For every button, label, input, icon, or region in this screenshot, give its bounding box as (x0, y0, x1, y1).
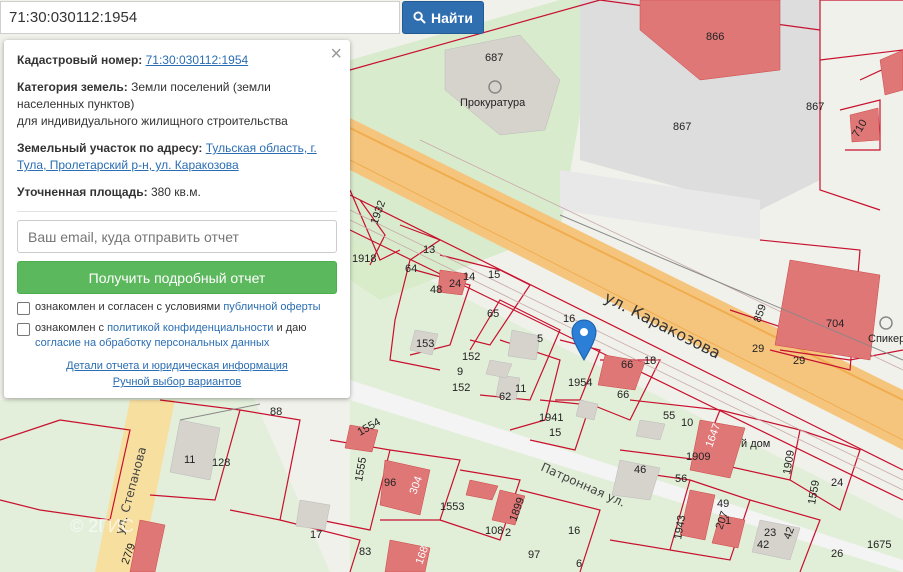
cadastral-number-row: Кадастровый номер: 71:30:030112:1954 (17, 52, 337, 69)
land-category-text-2: населенных пунктов) (17, 97, 135, 111)
consent-privacy-checkbox[interactable] (17, 323, 30, 336)
svg-text:16: 16 (568, 525, 580, 537)
svg-text:11: 11 (515, 383, 526, 395)
svg-text:29: 29 (752, 343, 764, 355)
parcel-info-panel: × Кадастровый номер: 71:30:030112:1954 К… (4, 40, 350, 398)
svg-text:66: 66 (617, 389, 629, 401)
consent-privacy: ознакомлен с политикой конфиденциальност… (17, 321, 337, 351)
consent-privacy-text-b: и даю (276, 322, 307, 334)
svg-text:687: 687 (485, 52, 503, 64)
svg-text:14: 14 (463, 271, 475, 283)
svg-text:88: 88 (270, 406, 282, 418)
svg-text:16: 16 (563, 313, 575, 325)
get-report-button[interactable]: Получить подробный отчет (17, 261, 337, 294)
svg-text:1918: 1918 (352, 253, 376, 265)
svg-text:867: 867 (806, 101, 824, 113)
close-icon[interactable]: × (330, 44, 342, 64)
address-label: Земельный участок по адресу: (17, 141, 203, 155)
svg-text:152: 152 (462, 351, 480, 363)
svg-text:867: 867 (673, 121, 691, 133)
svg-text:11: 11 (184, 454, 195, 466)
svg-text:15: 15 (549, 427, 561, 439)
svg-text:© 2ГИС: © 2ГИС (70, 516, 134, 536)
manual-selection-link[interactable]: Ручной выбор вариантов (113, 376, 241, 388)
svg-text:1675: 1675 (867, 539, 891, 551)
svg-text:108: 108 (485, 525, 503, 537)
public-offer-link[interactable]: публичной оферты (223, 301, 320, 313)
svg-text:24: 24 (449, 278, 461, 290)
svg-text:Прокуратура: Прокуратура (460, 97, 526, 109)
svg-text:62: 62 (499, 391, 511, 403)
svg-text:128: 128 (212, 457, 230, 469)
svg-text:29: 29 (793, 355, 805, 367)
svg-text:152: 152 (452, 382, 470, 394)
svg-text:1: 1 (725, 515, 731, 527)
svg-text:55: 55 (663, 410, 675, 422)
svg-text:5: 5 (537, 333, 543, 345)
svg-text:66: 66 (621, 359, 633, 371)
cadastral-number-label: Кадастровый номер: (17, 53, 143, 67)
land-category-text-3: для индивидуального жилищного строительс… (17, 114, 288, 128)
consent-offer: ознакомлен и согласен с условиями публич… (17, 300, 337, 315)
search-icon (413, 11, 426, 24)
svg-text:48: 48 (430, 284, 442, 296)
svg-text:866: 866 (706, 31, 724, 43)
search-button-label: Найти (431, 9, 473, 26)
svg-text:153: 153 (416, 338, 434, 350)
svg-text:13: 13 (423, 244, 435, 256)
svg-text:96: 96 (384, 477, 396, 489)
cadastral-number-link[interactable]: 71:30:030112:1954 (146, 53, 249, 67)
panel-footer-links: Детали отчета и юридическая информация Р… (4, 358, 350, 390)
svg-text:10: 10 (681, 417, 693, 429)
svg-text:46: 46 (634, 464, 646, 476)
svg-text:й дом: й дом (741, 438, 770, 450)
cadastral-search-input[interactable] (0, 1, 400, 34)
svg-text:24: 24 (831, 477, 843, 489)
svg-text:97: 97 (528, 549, 540, 561)
consent-privacy-text-a: ознакомлен с (35, 322, 105, 334)
svg-text:1909: 1909 (686, 451, 710, 463)
svg-text:1941: 1941 (539, 412, 563, 424)
search-button[interactable]: Найти (402, 1, 484, 34)
consent-offer-checkbox[interactable] (17, 302, 30, 315)
svg-text:2: 2 (505, 527, 511, 539)
svg-text:9: 9 (457, 366, 463, 378)
land-category-text-1: Земли поселений (земли (131, 80, 271, 94)
svg-text:18: 18 (644, 355, 656, 367)
area-value: 380 кв.м. (150, 185, 201, 199)
svg-text:26: 26 (831, 548, 843, 560)
svg-text:17: 17 (310, 529, 322, 541)
area-row: Уточненная площадь: 380 кв.м. (17, 184, 337, 201)
land-category-label: Категория земель: (17, 80, 128, 94)
svg-text:49: 49 (717, 498, 729, 510)
email-field[interactable] (17, 220, 337, 253)
land-category-row: Категория земель: Земли поселений (земли… (17, 79, 337, 130)
svg-text:42: 42 (757, 539, 769, 551)
personal-data-consent-link[interactable]: согласие на обработку персональных данны… (35, 337, 269, 349)
svg-text:Спикер: Спикер (868, 333, 903, 345)
address-link-part-2[interactable]: Тула, Пролетарский р-н, ул. Каракозова (17, 158, 239, 172)
address-link-part-1[interactable]: Тульская область, г. (206, 141, 317, 155)
svg-text:56: 56 (675, 473, 687, 485)
svg-text:65: 65 (487, 308, 499, 320)
svg-text:23: 23 (764, 527, 776, 539)
svg-text:15: 15 (488, 269, 500, 281)
address-row: Земельный участок по адресу: Тульская об… (17, 140, 337, 174)
privacy-policy-link[interactable]: политикой конфиденциальности (107, 322, 273, 334)
report-details-link[interactable]: Детали отчета и юридическая информация (66, 360, 288, 372)
svg-text:704: 704 (826, 318, 844, 330)
consent-offer-text: ознакомлен и согласен с условиями (35, 301, 221, 313)
area-label: Уточненная площадь: (17, 185, 148, 199)
svg-text:1954: 1954 (568, 377, 592, 389)
svg-text:83: 83 (359, 546, 371, 558)
svg-text:64: 64 (405, 263, 417, 275)
svg-text:1553: 1553 (440, 501, 464, 513)
svg-text:6: 6 (576, 558, 582, 570)
divider (17, 211, 337, 212)
